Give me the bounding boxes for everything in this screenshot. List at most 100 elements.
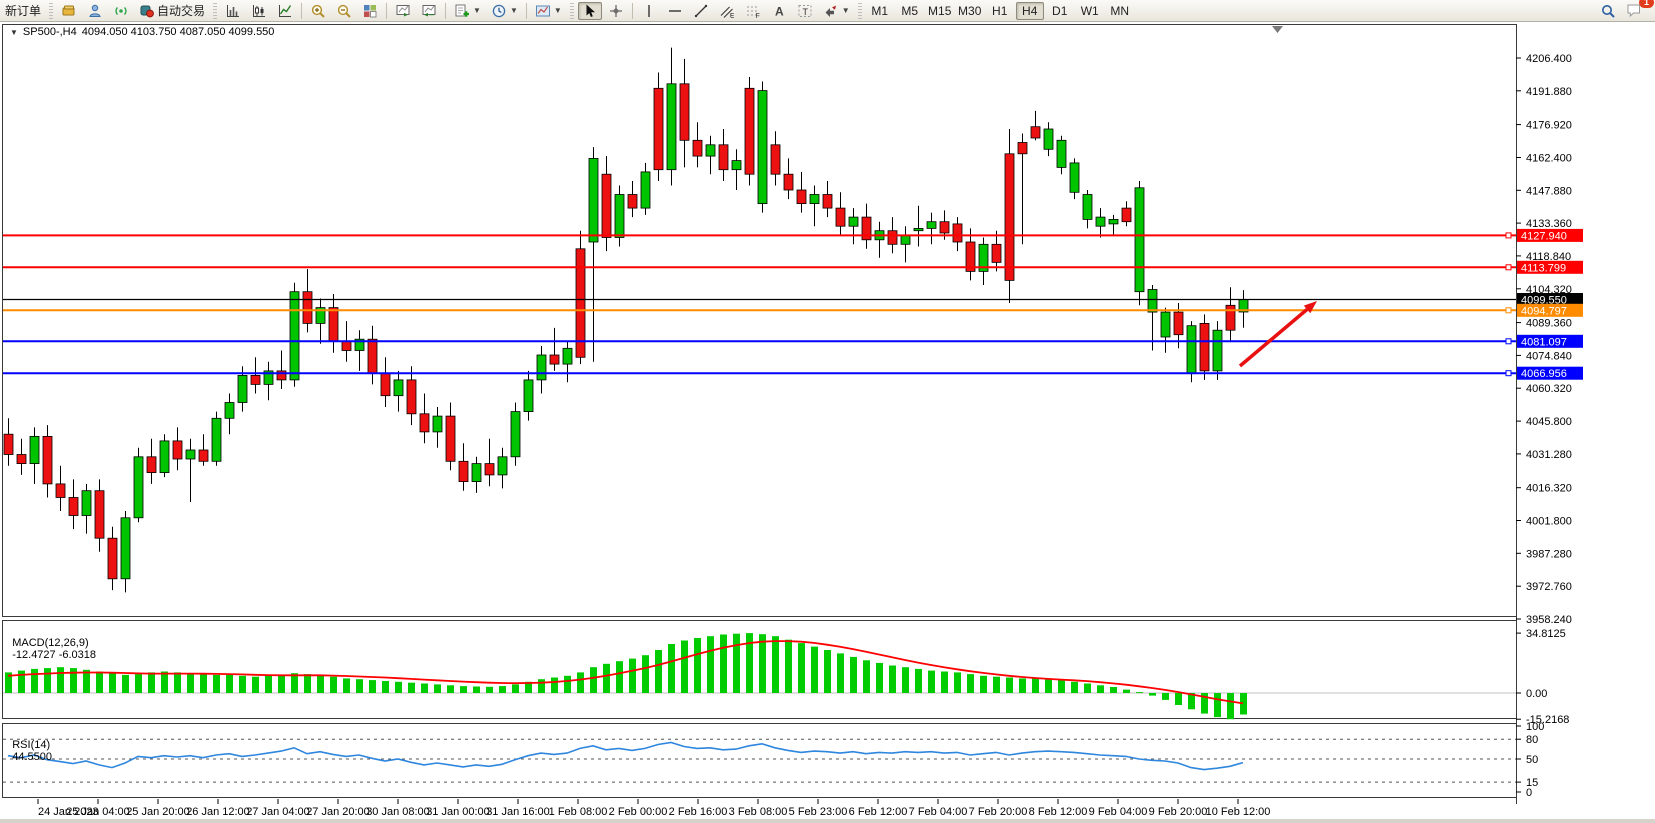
svg-text:T: T [802, 6, 808, 16]
dropdown-caret-icon: ▼ [473, 6, 481, 15]
svg-text:4066.956: 4066.956 [1521, 368, 1567, 380]
toolbar-separator [632, 3, 633, 19]
bar-chart-mode-button[interactable] [221, 2, 245, 20]
svg-text:10 Feb 12:00: 10 Feb 12:00 [1206, 806, 1271, 818]
dropdown-caret-icon: ▼ [510, 6, 518, 15]
cursor-icon [582, 3, 598, 19]
timeframe-button-m5[interactable]: M5 [896, 2, 924, 20]
text-label-tool-button[interactable]: T [793, 2, 817, 20]
auto-trading-button[interactable]: 自动交易 [135, 2, 209, 20]
chart-window[interactable]: 4206.4004191.8804176.9204162.4004147.880… [0, 21, 1655, 819]
vertical-line-icon [641, 3, 657, 19]
rsi-name: RSI(14) [12, 739, 50, 751]
line-chart-mode-button[interactable] [273, 2, 297, 20]
accounts-button[interactable] [83, 2, 107, 20]
trendline-icon [693, 3, 709, 19]
auto-scroll-button[interactable] [391, 2, 415, 20]
history-center-icon [61, 3, 77, 19]
svg-text:27 Jan 20:00: 27 Jan 20:00 [306, 806, 370, 818]
horizontal-line-icon [667, 3, 683, 19]
rsi-value: 44.5500 [12, 751, 52, 763]
svg-text:8 Feb 12:00: 8 Feb 12:00 [1029, 806, 1088, 818]
tile-windows-button[interactable] [358, 2, 382, 20]
ohlc-values: 4094.050 4103.750 4087.050 4099.550 [82, 26, 275, 38]
candle-chart-mode-button[interactable] [247, 2, 271, 20]
toolbar: 新订单 自动交易 ▼ ▼ ▼ E F A T ▼ M1M5M15M30H1H4D… [0, 0, 1655, 22]
svg-text:1 Feb 08:00: 1 Feb 08:00 [549, 806, 608, 818]
history-center-button[interactable] [57, 2, 81, 20]
auto-trading-label: 自动交易 [157, 2, 205, 19]
svg-text:9 Feb 04:00: 9 Feb 04:00 [1089, 806, 1148, 818]
chart-shift-button[interactable] [417, 2, 441, 20]
svg-text:31 Jan 00:00: 31 Jan 00:00 [426, 806, 490, 818]
crosshair-tool-button[interactable] [604, 2, 628, 20]
channel-tool-button[interactable]: E [715, 2, 739, 20]
toolbar-separator [386, 3, 387, 19]
fibonacci-icon: F [745, 3, 761, 19]
timeframe-button-m30[interactable]: M30 [956, 2, 984, 20]
text-tool-button[interactable]: A [767, 2, 791, 20]
svg-text:80: 80 [1526, 734, 1538, 746]
macd-name: MACD(12,26,9) [12, 637, 88, 649]
new-chart-button[interactable]: ▼ [450, 2, 485, 20]
chart-title: ▼ SP500-,H4 4094.050 4103.750 4087.050 4… [10, 26, 274, 38]
svg-text:4191.880: 4191.880 [1526, 86, 1572, 98]
timeframe-button-mn[interactable]: MN [1106, 2, 1134, 20]
toolbar-grip [213, 3, 217, 19]
bar-chart-icon [225, 3, 241, 19]
timeframe-button-m15[interactable]: M15 [926, 2, 954, 20]
svg-text:100: 100 [1526, 721, 1544, 733]
dropdown-caret-icon: ▼ [842, 6, 850, 15]
template-button[interactable]: ▼ [531, 2, 566, 20]
svg-text:30 Jan 08:00: 30 Jan 08:00 [366, 806, 430, 818]
chart-shift-icon [421, 3, 437, 19]
svg-text:3 Feb 08:00: 3 Feb 08:00 [729, 806, 788, 818]
zoom-out-button[interactable] [332, 2, 356, 20]
zoom-in-button[interactable] [306, 2, 330, 20]
search-button[interactable] [1596, 2, 1620, 20]
period-button[interactable]: ▼ [487, 2, 522, 20]
svg-text:25 Jan 04:00: 25 Jan 04:00 [66, 806, 130, 818]
svg-text:4016.320: 4016.320 [1526, 483, 1572, 495]
trendline-tool-button[interactable] [689, 2, 713, 20]
zoom-out-icon [336, 3, 352, 19]
auto-scroll-icon [395, 3, 411, 19]
svg-text:3972.760: 3972.760 [1526, 581, 1572, 593]
svg-text:4162.400: 4162.400 [1526, 153, 1572, 165]
notification-badge: 1 [1639, 0, 1654, 8]
new-order-button[interactable]: 新订单 [1, 2, 45, 20]
arrows-tool-button[interactable]: ▼ [819, 2, 854, 20]
cursor-tool-button[interactable] [578, 2, 602, 20]
timeframe-button-w1[interactable]: W1 [1076, 2, 1104, 20]
arrows-icon [823, 3, 839, 19]
toolbar-separator [526, 3, 527, 19]
svg-text:F: F [755, 13, 759, 19]
svg-text:7 Feb 04:00: 7 Feb 04:00 [909, 806, 968, 818]
line-chart-icon [277, 3, 293, 19]
timeframe-button-h1[interactable]: H1 [986, 2, 1014, 20]
svg-text:4127.940: 4127.940 [1521, 230, 1567, 242]
svg-text:4031.280: 4031.280 [1526, 449, 1572, 461]
timeframe-button-d1[interactable]: D1 [1046, 2, 1074, 20]
chart-menu-icon[interactable]: ▼ [10, 28, 18, 37]
vertical-line-tool-button[interactable] [637, 2, 661, 20]
svg-text:31 Jan 16:00: 31 Jan 16:00 [486, 806, 550, 818]
svg-text:9 Feb 20:00: 9 Feb 20:00 [1149, 806, 1208, 818]
timeframe-button-m1[interactable]: M1 [866, 2, 894, 20]
svg-text:4147.880: 4147.880 [1526, 185, 1572, 197]
svg-text:4113.799: 4113.799 [1521, 262, 1566, 274]
svg-text:6 Feb 12:00: 6 Feb 12:00 [849, 806, 908, 818]
signals-button[interactable] [109, 2, 133, 20]
svg-text:25 Jan 20:00: 25 Jan 20:00 [126, 806, 190, 818]
candle-chart-icon [251, 3, 267, 19]
macd-indicator-label: MACD(12,26,9) -12.4727 -6.0318 [0, 625, 96, 673]
toolbar-grip [49, 3, 53, 19]
svg-text:4001.800: 4001.800 [1526, 516, 1572, 528]
horizontal-line-tool-button[interactable] [663, 2, 687, 20]
chart-canvas[interactable]: 4206.4004191.8804176.9204162.4004147.880… [0, 21, 1655, 819]
svg-text:4206.400: 4206.400 [1526, 53, 1572, 65]
timeframe-button-h4[interactable]: H4 [1016, 2, 1044, 20]
text-label-icon: T [797, 3, 813, 19]
fibonacci-tool-button[interactable]: F [741, 2, 765, 20]
zoom-in-icon [310, 3, 326, 19]
